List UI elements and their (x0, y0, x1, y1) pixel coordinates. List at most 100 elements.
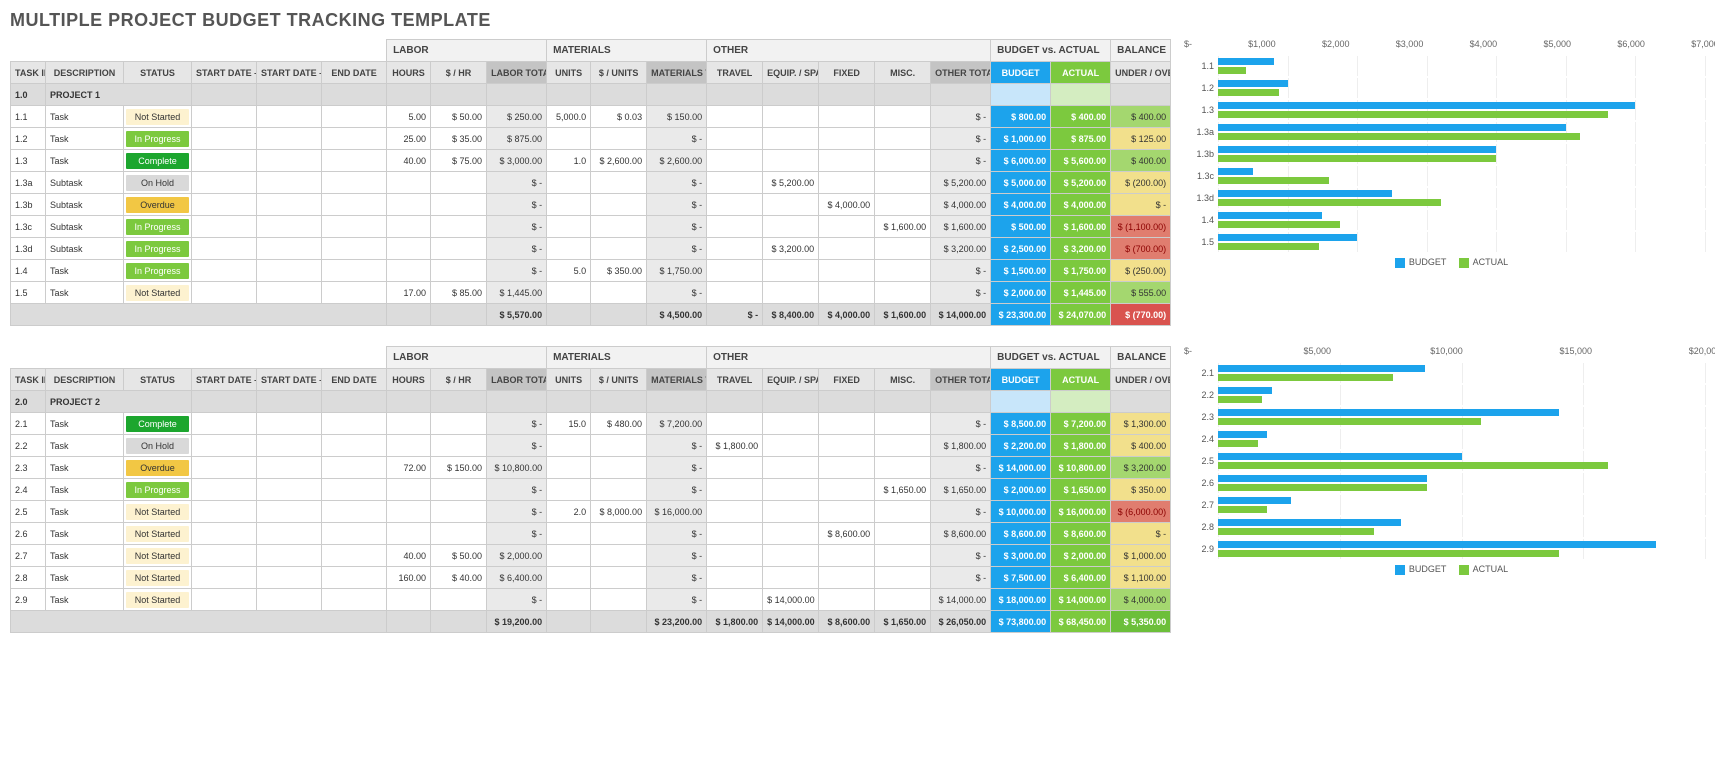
cell-fixed[interactable]: $ 4,000.00 (819, 194, 875, 216)
cell-start-actual[interactable] (257, 501, 322, 523)
cell-pu[interactable] (591, 567, 647, 589)
cell-pu[interactable]: $ 0.03 (591, 106, 647, 128)
cell-start-planned[interactable] (192, 479, 257, 501)
cell-desc[interactable]: Task (46, 545, 124, 567)
cell-misc[interactable]: $ 1,650.00 (875, 479, 931, 501)
cell-phr[interactable]: $ 35.00 (431, 128, 487, 150)
cell-units[interactable] (547, 545, 591, 567)
cell-fixed[interactable] (819, 479, 875, 501)
cell-misc[interactable] (875, 128, 931, 150)
cell-desc[interactable]: Task (46, 282, 124, 304)
cell-fixed[interactable] (819, 413, 875, 435)
cell-equip[interactable]: $ 3,200.00 (763, 238, 819, 260)
cell-status[interactable]: Overdue (124, 457, 192, 479)
cell-misc[interactable] (875, 413, 931, 435)
cell-fixed[interactable] (819, 128, 875, 150)
cell-start-actual[interactable] (257, 106, 322, 128)
cell-travel[interactable]: $ 1,800.00 (707, 435, 763, 457)
cell-travel[interactable] (707, 545, 763, 567)
cell-hours[interactable] (387, 523, 431, 545)
cell-units[interactable] (547, 216, 591, 238)
cell-id[interactable]: 2.8 (11, 567, 46, 589)
cell-units[interactable]: 1.0 (547, 150, 591, 172)
cell-hours[interactable] (387, 194, 431, 216)
cell-start-planned[interactable] (192, 545, 257, 567)
cell-misc[interactable] (875, 545, 931, 567)
cell-fixed[interactable] (819, 216, 875, 238)
cell-phr[interactable] (431, 501, 487, 523)
cell-units[interactable] (547, 435, 591, 457)
cell-start-planned[interactable] (192, 457, 257, 479)
cell-hours[interactable] (387, 589, 431, 611)
cell-desc[interactable]: Task (46, 128, 124, 150)
cell-start-actual[interactable] (257, 150, 322, 172)
cell-end[interactable] (322, 413, 387, 435)
cell-end[interactable] (322, 545, 387, 567)
cell-travel[interactable] (707, 282, 763, 304)
cell-pu[interactable] (591, 172, 647, 194)
cell-start-planned[interactable] (192, 106, 257, 128)
cell-status[interactable]: Not Started (124, 282, 192, 304)
cell-phr[interactable]: $ 50.00 (431, 545, 487, 567)
cell-misc[interactable] (875, 106, 931, 128)
cell-hours[interactable] (387, 413, 431, 435)
cell-fixed[interactable] (819, 172, 875, 194)
cell-start-actual[interactable] (257, 172, 322, 194)
cell-id[interactable]: 2.1 (11, 413, 46, 435)
cell-fixed[interactable] (819, 238, 875, 260)
cell-fixed[interactable] (819, 150, 875, 172)
cell-travel[interactable] (707, 216, 763, 238)
cell-misc[interactable] (875, 501, 931, 523)
cell-units[interactable]: 2.0 (547, 501, 591, 523)
cell-phr[interactable] (431, 172, 487, 194)
cell-start-planned[interactable] (192, 194, 257, 216)
cell-id[interactable]: 2.4 (11, 479, 46, 501)
cell-phr[interactable]: $ 75.00 (431, 150, 487, 172)
cell-start-actual[interactable] (257, 194, 322, 216)
cell-id[interactable]: 1.3c (11, 216, 46, 238)
cell-id[interactable]: 2.6 (11, 523, 46, 545)
cell-pu[interactable] (591, 589, 647, 611)
cell-start-actual[interactable] (257, 589, 322, 611)
cell-start-actual[interactable] (257, 216, 322, 238)
cell-pu[interactable]: $ 480.00 (591, 413, 647, 435)
cell-status[interactable]: Not Started (124, 567, 192, 589)
cell-units[interactable] (547, 282, 591, 304)
cell-id[interactable]: 1.2 (11, 128, 46, 150)
cell-hours[interactable] (387, 435, 431, 457)
cell-units[interactable]: 5,000.0 (547, 106, 591, 128)
cell-hours[interactable] (387, 172, 431, 194)
cell-units[interactable] (547, 128, 591, 150)
cell-desc[interactable]: Task (46, 501, 124, 523)
cell-start-actual[interactable] (257, 282, 322, 304)
cell-equip[interactable] (763, 479, 819, 501)
cell-status[interactable]: Complete (124, 150, 192, 172)
cell-status[interactable]: Not Started (124, 545, 192, 567)
cell-fixed[interactable] (819, 457, 875, 479)
cell-end[interactable] (322, 435, 387, 457)
cell-id[interactable]: 1.3 (11, 150, 46, 172)
cell-start-planned[interactable] (192, 150, 257, 172)
cell-id[interactable]: 1.1 (11, 106, 46, 128)
cell-fixed[interactable] (819, 501, 875, 523)
cell-misc[interactable] (875, 260, 931, 282)
cell-misc[interactable] (875, 567, 931, 589)
cell-phr[interactable] (431, 238, 487, 260)
cell-equip[interactable] (763, 523, 819, 545)
cell-equip[interactable]: $ 14,000.00 (763, 589, 819, 611)
cell-desc[interactable]: Task (46, 435, 124, 457)
cell-travel[interactable] (707, 238, 763, 260)
cell-units[interactable] (547, 479, 591, 501)
cell-equip[interactable] (763, 457, 819, 479)
cell-phr[interactable] (431, 523, 487, 545)
cell-id[interactable]: 1.4 (11, 260, 46, 282)
cell-desc[interactable]: Subtask (46, 238, 124, 260)
cell-hours[interactable]: 17.00 (387, 282, 431, 304)
cell-desc[interactable]: Task (46, 479, 124, 501)
cell-start-planned[interactable] (192, 260, 257, 282)
cell-end[interactable] (322, 282, 387, 304)
cell-equip[interactable] (763, 150, 819, 172)
cell-end[interactable] (322, 501, 387, 523)
cell-equip[interactable] (763, 216, 819, 238)
cell-end[interactable] (322, 150, 387, 172)
